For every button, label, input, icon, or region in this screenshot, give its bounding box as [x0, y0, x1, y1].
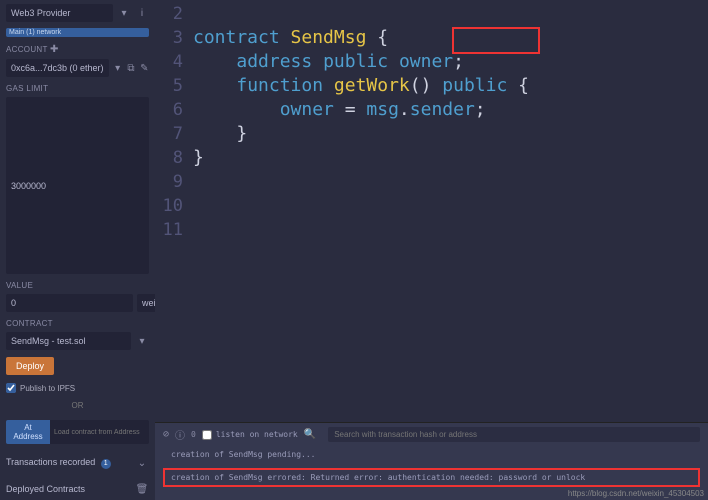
- code-line: 11: [155, 218, 708, 242]
- terminal-search-input[interactable]: [328, 427, 700, 442]
- transactions-count-badge: 1: [101, 459, 111, 469]
- code-content: [193, 218, 204, 242]
- line-number: 6: [155, 98, 193, 122]
- at-address-input[interactable]: [50, 420, 149, 444]
- terminal-info-icon[interactable]: ⓘ: [175, 427, 185, 442]
- caret-down-icon: ▾: [113, 61, 122, 75]
- chevron-down-icon[interactable]: ⌄: [135, 456, 149, 470]
- env-info-icon[interactable]: i: [135, 6, 149, 20]
- deployed-contracts-row[interactable]: Deployed Contracts 🗑: [6, 482, 149, 496]
- publish-ipfs-checkbox[interactable]: [6, 383, 16, 393]
- listen-network-row[interactable]: listen on network: [202, 430, 298, 440]
- main-area: 2 3contract SendMsg {4 address public ow…: [155, 0, 708, 500]
- code-content: }: [193, 146, 204, 170]
- line-number: 9: [155, 170, 193, 194]
- line-number: 5: [155, 74, 193, 98]
- line-number: 8: [155, 146, 193, 170]
- deployed-contracts-label: Deployed Contracts: [6, 484, 85, 494]
- copy-icon[interactable]: ⧉: [126, 61, 135, 75]
- code-content: owner = msg.sender;: [193, 98, 486, 122]
- code-line: 4 address public owner;: [155, 50, 708, 74]
- deploy-button[interactable]: Deploy: [6, 357, 54, 375]
- search-icon[interactable]: 🔍: [304, 429, 316, 440]
- trash-icon[interactable]: 🗑: [135, 482, 149, 496]
- transactions-recorded-row[interactable]: Transactions recorded 1 ⌄: [6, 456, 149, 470]
- code-editor[interactable]: 2 3contract SendMsg {4 address public ow…: [155, 0, 708, 422]
- code-content: contract SendMsg {: [193, 26, 388, 50]
- publish-ipfs-label: Publish to IPFS: [20, 384, 75, 393]
- gaslimit-input[interactable]: [6, 97, 149, 274]
- terminal-error-message: creation of SendMsg errored: Returned er…: [163, 468, 700, 487]
- code-content: [193, 194, 204, 218]
- line-number: 7: [155, 122, 193, 146]
- network-badge: Main (1) network: [6, 28, 149, 37]
- line-number: 11: [155, 218, 193, 242]
- code-content: [193, 170, 204, 194]
- caret-down-icon: ▾: [135, 334, 149, 348]
- watermark-text: https://blog.csdn.net/weixin_45304503: [568, 489, 704, 498]
- code-content: address public owner;: [193, 50, 464, 74]
- code-line: 2: [155, 2, 708, 26]
- edit-icon[interactable]: ✎: [140, 61, 149, 75]
- at-address-button[interactable]: At Address: [6, 420, 50, 444]
- code-line: 5 function getWork() public {: [155, 74, 708, 98]
- line-number: 10: [155, 194, 193, 218]
- contract-select[interactable]: SendMsg - test.sol: [6, 332, 131, 350]
- code-line: 6 owner = msg.sender;: [155, 98, 708, 122]
- code-line: 10: [155, 194, 708, 218]
- line-number: 4: [155, 50, 193, 74]
- code-line: 7 }: [155, 122, 708, 146]
- terminal-log-pending: creation of SendMsg pending...: [163, 448, 700, 462]
- line-number: 2: [155, 2, 193, 26]
- env-caret-icon: ▾: [117, 6, 131, 20]
- account-label: ACCOUNT ✚: [6, 44, 149, 55]
- code-content: }: [193, 122, 247, 146]
- listen-network-label: listen on network: [216, 430, 298, 439]
- code-line: 3contract SendMsg {: [155, 26, 708, 50]
- code-content: [193, 2, 204, 26]
- publish-ipfs-row[interactable]: Publish to IPFS: [6, 383, 149, 393]
- or-divider: OR: [6, 401, 149, 410]
- code-line: 8}: [155, 146, 708, 170]
- listen-network-checkbox[interactable]: [202, 430, 212, 440]
- terminal-zero: 0: [191, 430, 196, 439]
- value-label: VALUE: [6, 281, 149, 290]
- terminal-clear-icon[interactable]: ⊘: [163, 429, 169, 440]
- value-amount-input[interactable]: [6, 294, 133, 312]
- account-add-icon[interactable]: ✚: [50, 44, 59, 55]
- code-content: function getWork() public {: [193, 74, 529, 98]
- contract-label: CONTRACT: [6, 319, 149, 328]
- gaslimit-label: GAS LIMIT: [6, 84, 149, 93]
- transactions-recorded-label: Transactions recorded: [6, 457, 95, 467]
- deploy-sidebar: Web3 Provider ▾ i Main (1) network ACCOU…: [0, 0, 155, 500]
- account-select[interactable]: 0xc6a...7dc3b (0 ether): [6, 59, 109, 77]
- environment-select[interactable]: Web3 Provider: [6, 4, 113, 22]
- code-line: 9: [155, 170, 708, 194]
- line-number: 3: [155, 26, 193, 50]
